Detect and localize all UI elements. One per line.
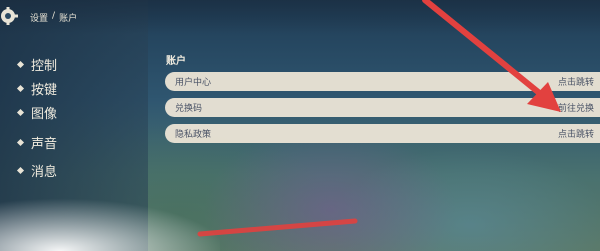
arrow-pointer-icon <box>422 0 561 112</box>
underline-stroke <box>197 218 358 237</box>
annotation-arrows <box>197 0 561 237</box>
